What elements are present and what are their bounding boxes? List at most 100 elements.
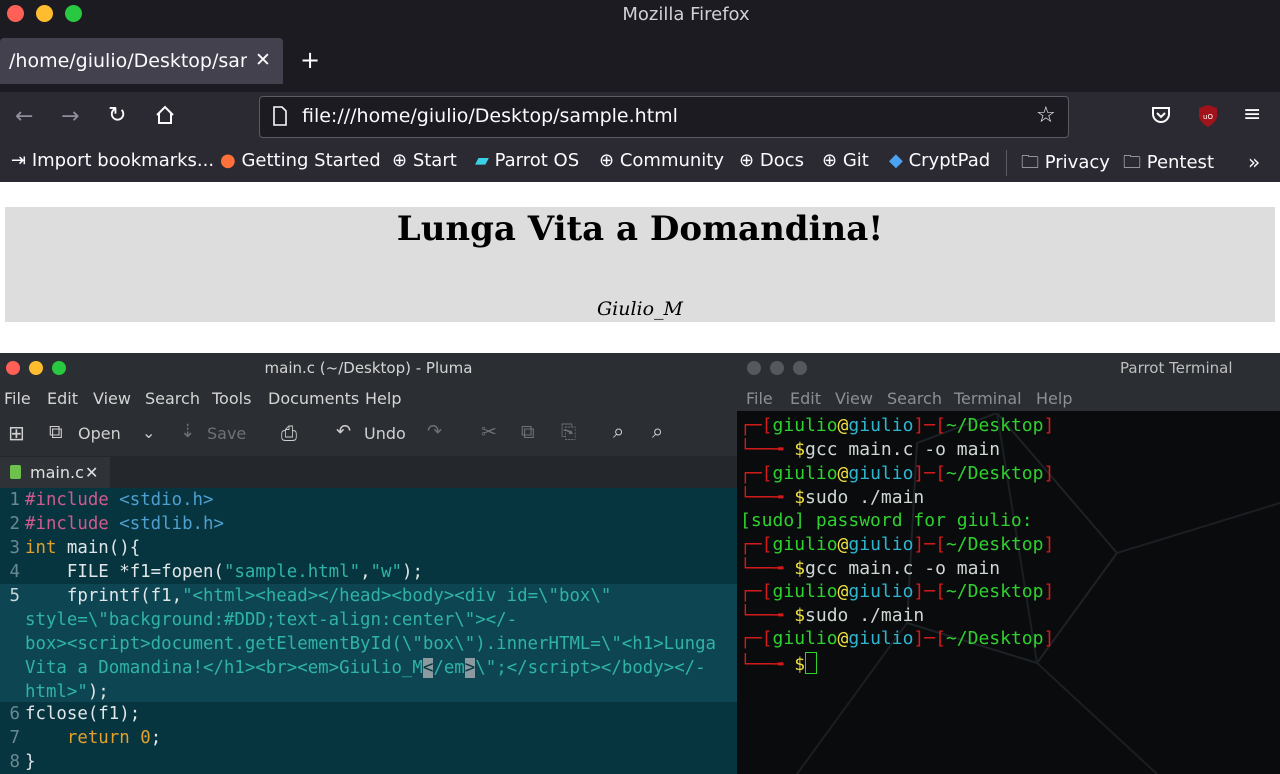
copy-icon[interactable]: ⧉ xyxy=(521,421,535,443)
code-line: html>"); xyxy=(25,682,109,702)
pluma-title: main.c (~/Desktop) - Pluma xyxy=(264,359,473,377)
open-button[interactable]: Open xyxy=(78,424,121,443)
cut-icon[interactable]: ✂ xyxy=(481,421,497,443)
undo-icon[interactable]: ↶ xyxy=(336,421,351,442)
url-text: file:///home/giulio/Desktop/sample.html xyxy=(302,105,678,127)
command-line: └──╼ $sudo ./main xyxy=(740,487,925,508)
globe-icon: ⊕ xyxy=(739,150,755,171)
menu-documents[interactable]: Documents xyxy=(268,389,359,408)
prompt-line: ┌─[giulio@giulio]─[~/Desktop] xyxy=(740,534,1055,555)
pluma-tabbar xyxy=(0,456,737,488)
page-author: Giulio_M xyxy=(596,298,684,320)
bookmark-cryptpad[interactable]: ◆ CryptPad xyxy=(889,150,990,171)
code-line: int main(){ xyxy=(25,538,141,558)
code-line: Vita a Domandina!</h1><br><em>Giulio_M</… xyxy=(25,658,706,678)
code-line: fclose(f1); xyxy=(25,704,141,724)
reload-icon[interactable]: ↻ xyxy=(108,103,126,128)
tab-main-c[interactable]: main.c ✕ xyxy=(0,457,110,489)
bookmark-parrot-os[interactable]: ▰ Parrot OS xyxy=(475,150,579,171)
paste-icon[interactable]: ⎘ xyxy=(561,421,576,443)
url-bar[interactable]: file:///home/giulio/Desktop/sample.html … xyxy=(259,96,1069,138)
terminal-minimize-button[interactable] xyxy=(770,361,784,375)
line-number: 8 xyxy=(9,752,20,772)
bookmark-docs[interactable]: ⊕ Docs xyxy=(739,150,804,171)
menu-tools[interactable]: Tools xyxy=(212,389,251,408)
import-icon: ⇥ xyxy=(11,150,27,171)
search-replace-icon[interactable]: ⌕ xyxy=(652,419,663,443)
code-line: box><script>document.getElementById(\"bo… xyxy=(25,634,717,654)
bookmark-import[interactable]: ⇥ Import bookmarks... xyxy=(11,150,214,171)
prompt-line: ┌─[giulio@giulio]─[~/Desktop] xyxy=(740,628,1055,649)
globe-icon: ⊕ xyxy=(599,150,615,171)
prompt-line: ┌─[giulio@giulio]─[~/Desktop] xyxy=(740,415,1055,436)
pocket-icon[interactable] xyxy=(1150,104,1172,132)
new-tab-button[interactable]: + xyxy=(300,46,320,74)
active-command-line[interactable]: └──╼ $ xyxy=(740,652,818,675)
terminal-maximize-button[interactable] xyxy=(793,361,807,375)
terminal-menu-view[interactable]: View xyxy=(835,389,873,408)
firefox-icon: ● xyxy=(220,150,236,171)
save-icon[interactable]: ⇣ xyxy=(180,421,195,442)
folder-privacy[interactable]: 🗀 Privacy xyxy=(1021,150,1110,180)
line-number: 6 xyxy=(9,704,20,724)
code-line: #include <stdio.h> xyxy=(25,490,214,510)
line-number: 5 xyxy=(9,586,20,606)
code-line: return 0; xyxy=(66,728,162,748)
line-number: 7 xyxy=(9,728,20,748)
code-line: FILE *f1=fopen("sample.html","w"); xyxy=(25,562,423,582)
bookmark-community[interactable]: ⊕ Community xyxy=(599,150,724,171)
folder-icon: 🗀 xyxy=(1123,152,1141,173)
globe-icon: ⊕ xyxy=(392,150,408,171)
bookmark-getting-started[interactable]: ● Getting Started xyxy=(220,150,381,171)
menu-search[interactable]: Search xyxy=(145,389,200,408)
prompt-line: ┌─[giulio@giulio]─[~/Desktop] xyxy=(740,463,1055,484)
terminal-menu-terminal[interactable]: Terminal xyxy=(954,389,1022,408)
folder-icon: 🗀 xyxy=(1021,152,1039,173)
line-number: 3 xyxy=(9,538,20,558)
undo-button[interactable]: Undo xyxy=(364,424,406,443)
firefox-window: Mozilla Firefox /home/giulio/Desktop/sam… xyxy=(0,0,1280,353)
home-icon[interactable] xyxy=(154,104,176,132)
bookmark-star-icon[interactable]: ☆ xyxy=(1036,103,1056,128)
terminal-close-button[interactable] xyxy=(747,361,761,375)
menu-view[interactable]: View xyxy=(93,389,131,408)
terminal-title: Parrot Terminal xyxy=(1120,359,1233,377)
code-line: fprintf(f1,"<html><head></head><body><di… xyxy=(25,586,612,606)
globe-icon: ⊕ xyxy=(822,150,838,171)
tab-title: /home/giulio/Desktop/sample.html xyxy=(9,50,247,72)
terminal-menu-search[interactable]: Search xyxy=(887,389,942,408)
print-icon[interactable]: ⎙ xyxy=(281,421,297,445)
back-icon[interactable]: ← xyxy=(15,104,33,129)
terminal-menu-help[interactable]: Help xyxy=(1036,389,1072,408)
prompt-line: ┌─[giulio@giulio]─[~/Desktop] xyxy=(740,581,1055,602)
redo-icon[interactable]: ↷ xyxy=(427,421,442,442)
app-menu-icon[interactable]: ≡ xyxy=(1243,102,1261,127)
tab-label: main.c xyxy=(30,463,84,482)
browser-tab[interactable]: /home/giulio/Desktop/sample.html ✕ xyxy=(0,38,283,84)
code-line: } xyxy=(25,752,36,772)
save-button[interactable]: Save xyxy=(207,424,246,443)
menu-file[interactable]: File xyxy=(4,389,31,408)
bookmarks-separator xyxy=(1006,150,1007,176)
menu-help[interactable]: Help xyxy=(365,389,401,408)
close-tab-icon[interactable]: ✕ xyxy=(255,49,271,71)
folder-pentest[interactable]: 🗀 Pentest xyxy=(1123,150,1214,180)
page-icon xyxy=(272,106,288,130)
line-number: 4 xyxy=(9,562,20,582)
open-icon[interactable]: ⧉ xyxy=(49,421,63,443)
new-document-icon[interactable]: ⊞ xyxy=(8,421,25,445)
close-tab-icon[interactable]: ✕ xyxy=(85,463,98,482)
search-icon[interactable]: ⌕ xyxy=(613,419,624,443)
bookmark-git[interactable]: ⊕ Git xyxy=(822,150,869,171)
chevron-overflow-icon[interactable]: » xyxy=(1248,150,1260,174)
bookmark-start[interactable]: ⊕ Start xyxy=(392,150,457,171)
forward-icon[interactable]: → xyxy=(61,104,79,129)
chevron-down-icon[interactable]: ⌄ xyxy=(142,423,155,442)
terminal-menu-edit[interactable]: Edit xyxy=(790,389,821,408)
terminal-menu-file[interactable]: File xyxy=(746,389,773,408)
bookmarks-toolbar: ⇥ Import bookmarks... ● Getting Started … xyxy=(0,146,1280,180)
page-heading: Lunga Vita a Domandina! xyxy=(396,209,884,249)
menu-edit[interactable]: Edit xyxy=(47,389,78,408)
ublock-icon[interactable]: uO xyxy=(1197,104,1219,134)
terminal-cursor xyxy=(805,652,818,674)
